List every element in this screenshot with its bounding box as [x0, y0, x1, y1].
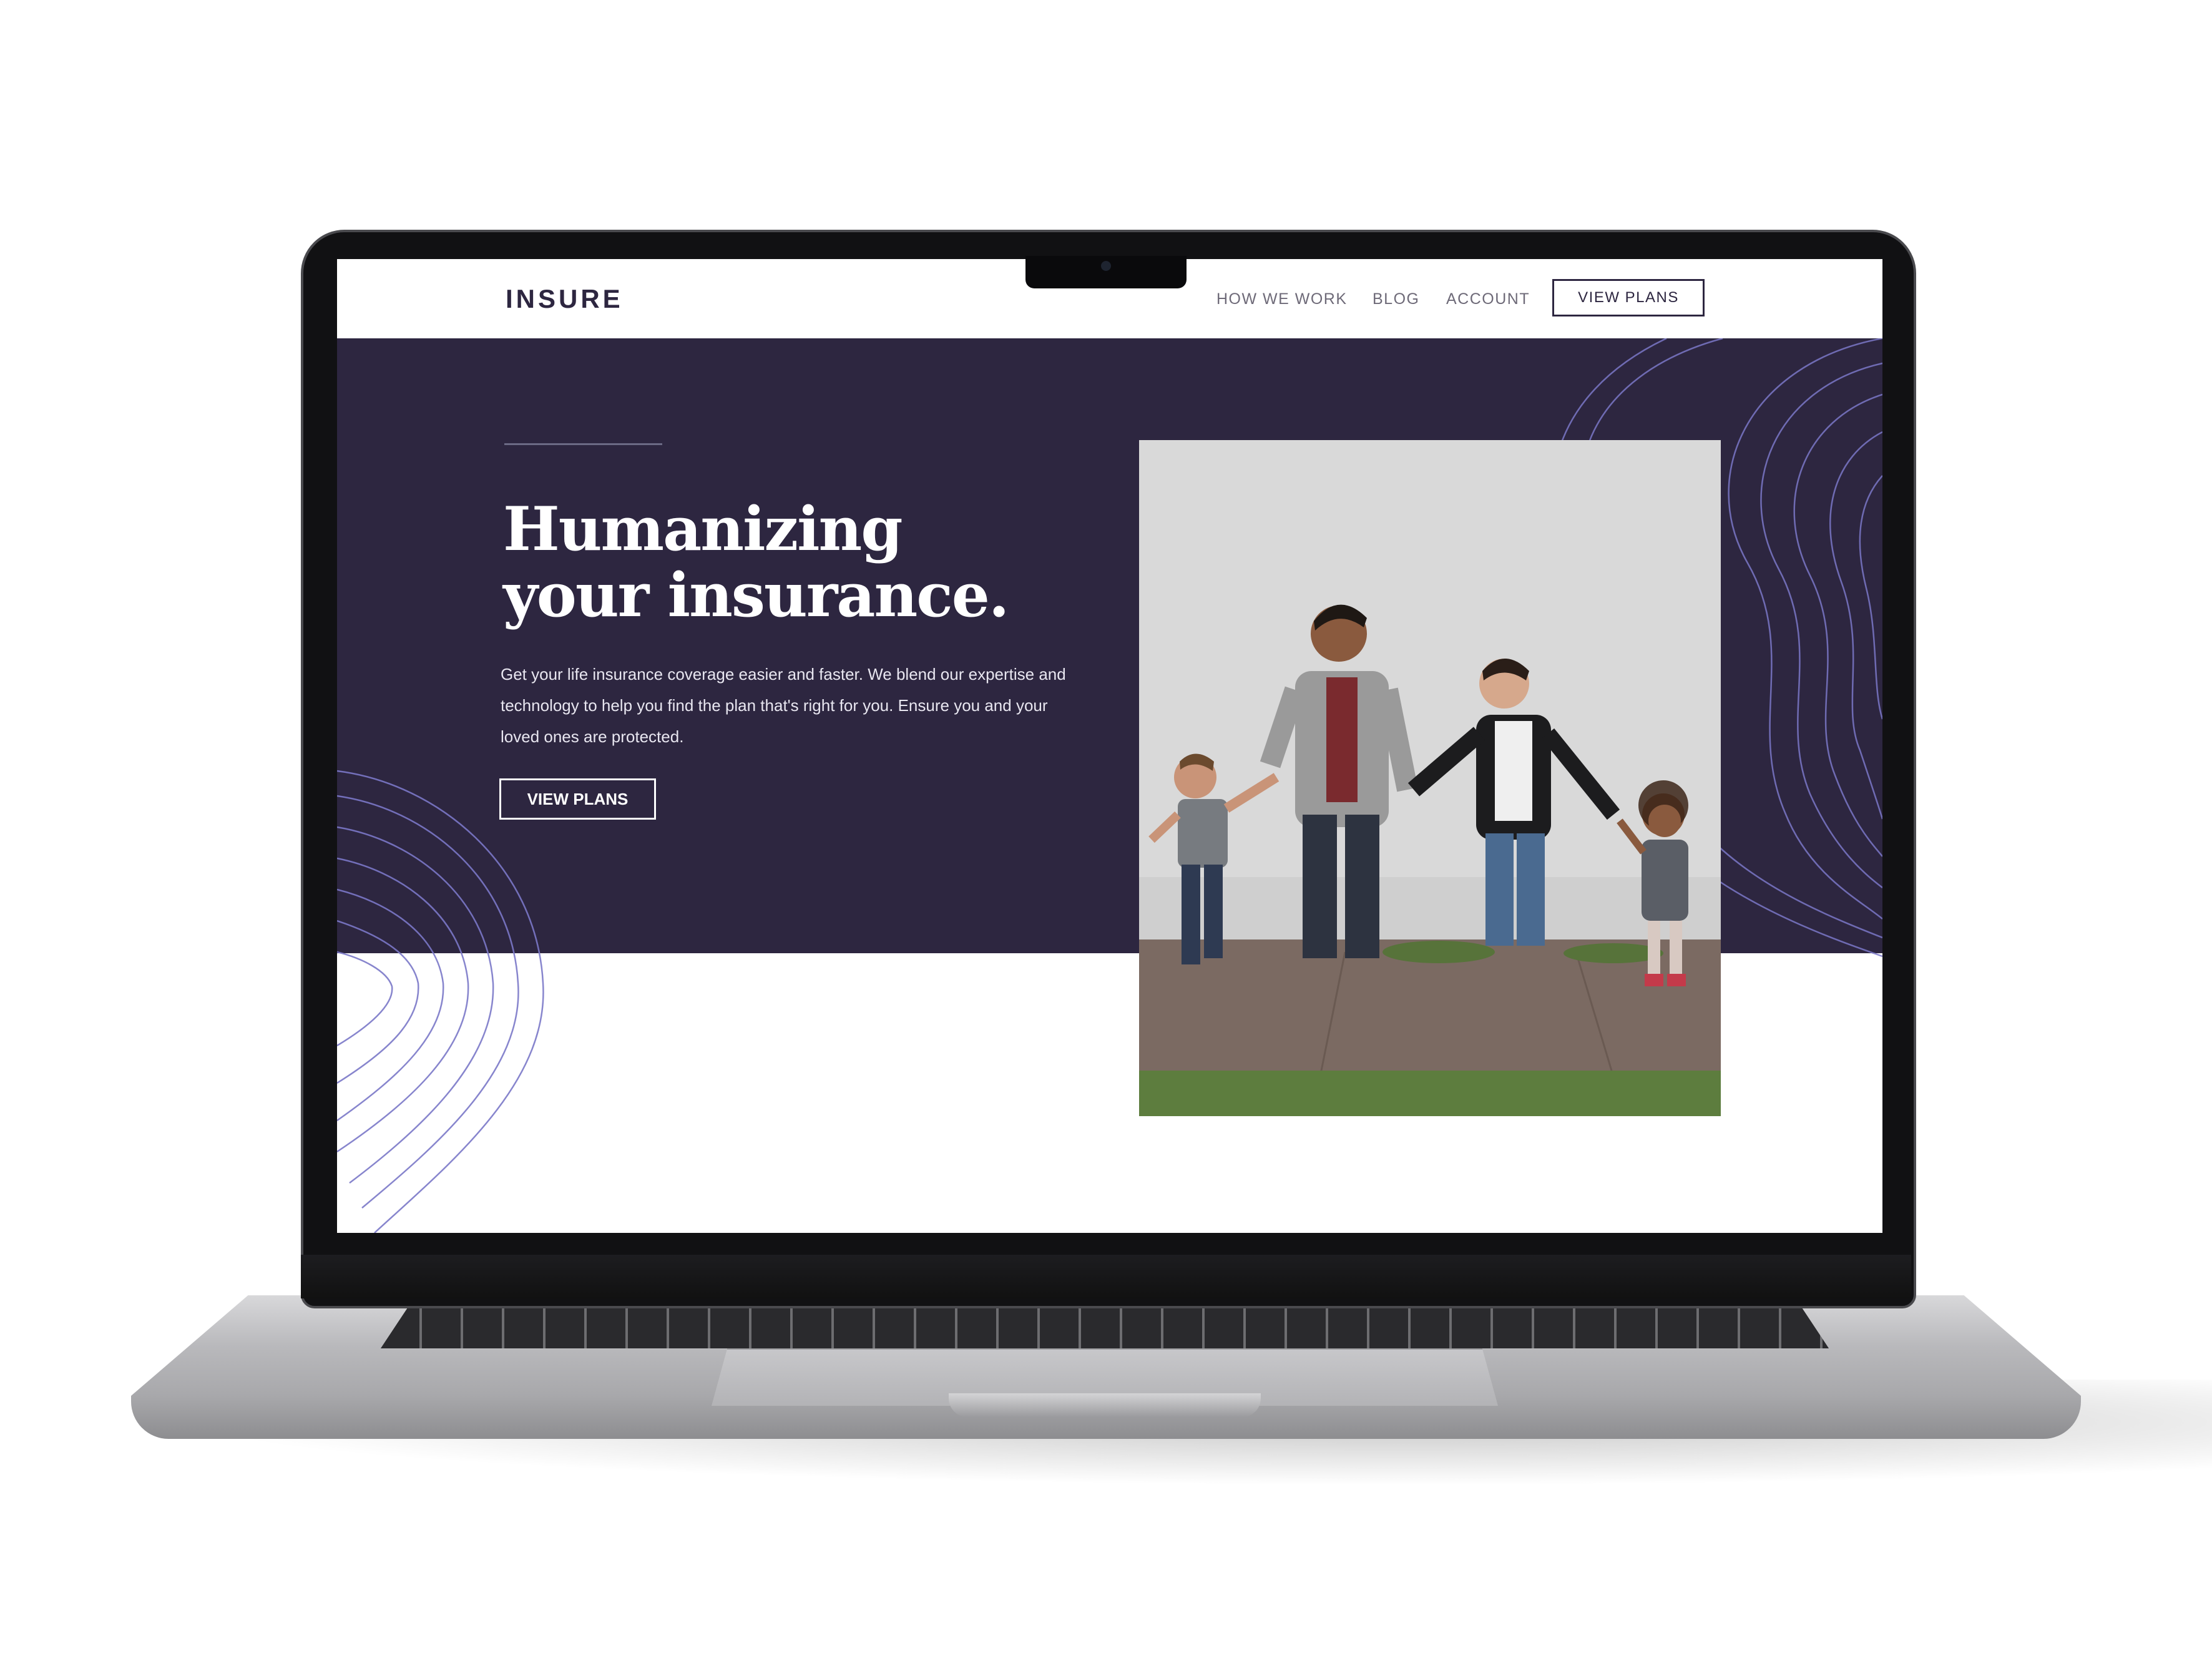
nav-blog[interactable]: BLOG — [1373, 290, 1419, 308]
headline-line-1: Humanizing — [503, 494, 903, 564]
accent-divider — [504, 443, 662, 445]
view-plans-hero-button[interactable]: VIEW PLANS — [499, 778, 656, 820]
hero-headline: Humanizing your insurance. — [503, 496, 1065, 629]
nav-account[interactable]: ACCOUNT — [1446, 290, 1530, 308]
laptop-keyboard — [381, 1305, 1829, 1348]
laptop-front-notch — [949, 1393, 1261, 1417]
view-plans-nav-button[interactable]: VIEW PLANS — [1552, 279, 1705, 316]
nav-how-we-work[interactable]: HOW WE WORK — [1216, 290, 1348, 308]
laptop-hinge — [301, 1255, 1911, 1298]
hero-subcopy: Get your life insurance coverage easier … — [501, 665, 1066, 746]
webcam-icon — [1101, 261, 1111, 271]
headline-line-2: your insurance. — [503, 560, 1009, 630]
brand-logo[interactable]: INSURE — [506, 284, 624, 314]
family-photo — [1139, 440, 1721, 1116]
laptop-screen: INSURE HOW WE WORK BLOG ACCOUNT VIEW PLA… — [337, 259, 1882, 1233]
topographic-lines-left — [337, 770, 544, 1233]
